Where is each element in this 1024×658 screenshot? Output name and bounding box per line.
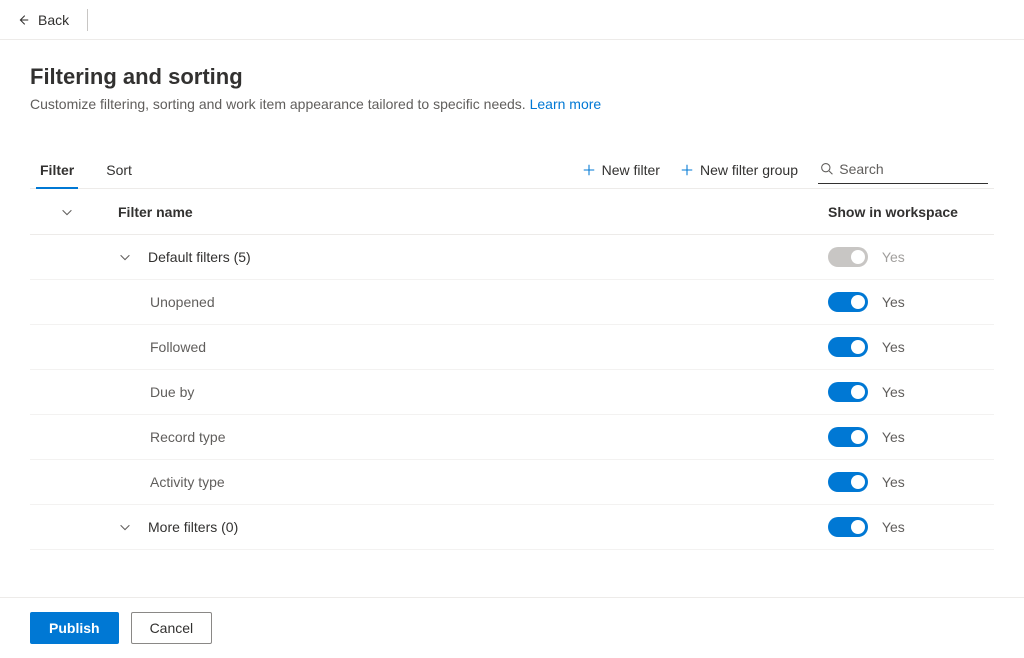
publish-button[interactable]: Publish bbox=[30, 612, 119, 644]
toggle-label: Yes bbox=[882, 429, 905, 445]
filter-name: Unopened bbox=[86, 294, 828, 310]
filter-name: Activity type bbox=[86, 474, 828, 490]
arrow-left-icon bbox=[16, 13, 30, 27]
new-filter-group-label: New filter group bbox=[700, 162, 798, 178]
toggle-unopened[interactable] bbox=[828, 292, 868, 312]
tab-bar: Filter Sort New filter New filter group bbox=[30, 152, 994, 189]
toggle-activitytype[interactable] bbox=[828, 472, 868, 492]
new-filter-group-button[interactable]: New filter group bbox=[670, 156, 808, 184]
learn-more-link[interactable]: Learn more bbox=[530, 96, 602, 112]
group-label: Default filters (5) bbox=[148, 249, 251, 265]
filter-name: Followed bbox=[86, 339, 828, 355]
filter-row-followed[interactable]: Followed Yes bbox=[30, 325, 994, 370]
toggle-recordtype[interactable] bbox=[828, 427, 868, 447]
group-row-more-filters[interactable]: More filters (0) Yes bbox=[30, 505, 994, 550]
group-label: More filters (0) bbox=[148, 519, 238, 535]
column-header-name[interactable]: Filter name bbox=[86, 204, 828, 220]
search-icon bbox=[820, 161, 833, 176]
search-input[interactable] bbox=[839, 161, 986, 177]
new-filter-button[interactable]: New filter bbox=[572, 156, 670, 184]
top-bar: Back bbox=[0, 0, 1024, 40]
filter-row-recordtype[interactable]: Record type Yes bbox=[30, 415, 994, 460]
grid-header: Filter name Show in workspace bbox=[30, 189, 994, 235]
toggle-label: Yes bbox=[882, 294, 905, 310]
filter-row-activitytype[interactable]: Activity type Yes bbox=[30, 460, 994, 505]
toggle-default-filters bbox=[828, 247, 868, 267]
column-header-show[interactable]: Show in workspace bbox=[828, 204, 988, 220]
toggle-label: Yes bbox=[882, 384, 905, 400]
group-row-default-filters[interactable]: Default filters (5) Yes bbox=[30, 235, 994, 280]
back-label: Back bbox=[38, 12, 69, 28]
page-description: Customize filtering, sorting and work it… bbox=[30, 96, 994, 112]
filter-name: Due by bbox=[86, 384, 828, 400]
toggle-label: Yes bbox=[882, 249, 905, 265]
back-button[interactable]: Back bbox=[8, 8, 77, 32]
new-filter-label: New filter bbox=[602, 162, 660, 178]
divider bbox=[87, 9, 88, 31]
toggle-more-filters[interactable] bbox=[828, 517, 868, 537]
toggle-followed[interactable] bbox=[828, 337, 868, 357]
search-box[interactable] bbox=[818, 157, 988, 184]
chevron-down-icon bbox=[60, 205, 74, 219]
expand-all-toggle[interactable] bbox=[36, 205, 86, 219]
toggle-label: Yes bbox=[882, 339, 905, 355]
footer: Publish Cancel bbox=[0, 597, 1024, 658]
toggle-label: Yes bbox=[882, 474, 905, 490]
filter-row-dueby[interactable]: Due by Yes bbox=[30, 370, 994, 415]
toggle-dueby[interactable] bbox=[828, 382, 868, 402]
chevron-down-icon[interactable] bbox=[118, 520, 132, 534]
page-description-text: Customize filtering, sorting and work it… bbox=[30, 96, 526, 112]
plus-icon bbox=[680, 163, 694, 177]
chevron-down-icon[interactable] bbox=[118, 250, 132, 264]
plus-icon bbox=[582, 163, 596, 177]
tab-sort[interactable]: Sort bbox=[102, 152, 136, 188]
tab-filter[interactable]: Filter bbox=[36, 152, 78, 188]
filter-name: Record type bbox=[86, 429, 828, 445]
filter-row-unopened[interactable]: Unopened Yes bbox=[30, 280, 994, 325]
toggle-label: Yes bbox=[882, 519, 905, 535]
page-title: Filtering and sorting bbox=[30, 64, 994, 90]
cancel-button[interactable]: Cancel bbox=[131, 612, 213, 644]
